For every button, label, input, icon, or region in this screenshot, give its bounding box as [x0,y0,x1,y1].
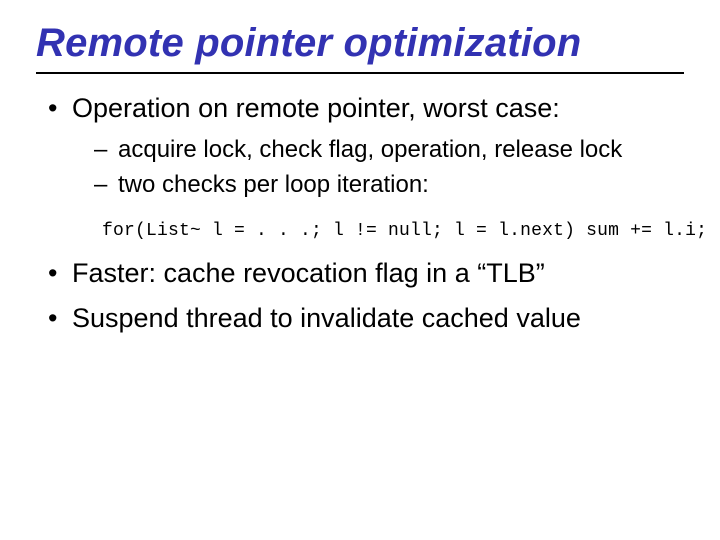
bullet-text: Faster: cache revocation flag in a “TLB” [72,258,545,288]
sub-text: two checks per loop iteration: [118,171,429,198]
slide: Remote pointer optimization Operation on… [0,0,720,540]
bullet-list: Operation on remote pointer, worst case:… [42,92,684,335]
sub-item: two checks per loop iteration: [72,170,684,199]
title-underline [36,72,684,74]
sub-item: acquire lock, check flag, operation, rel… [72,135,684,164]
bullet-text: Operation on remote pointer, worst case: [72,93,560,123]
bullet-item: Faster: cache revocation flag in a “TLB” [42,257,684,290]
code-snippet: for(List~ l = . . .; l != null; l = l.ne… [102,221,684,243]
bullet-item: Operation on remote pointer, worst case:… [42,92,684,243]
sub-list: acquire lock, check flag, operation, rel… [72,135,684,200]
bullet-item: Suspend thread to invalidate cached valu… [42,302,684,335]
bullet-text: Suspend thread to invalidate cached valu… [72,303,581,333]
slide-title: Remote pointer optimization [36,22,684,70]
slide-content: Operation on remote pointer, worst case:… [36,92,684,335]
sub-text: acquire lock, check flag, operation, rel… [118,136,622,163]
